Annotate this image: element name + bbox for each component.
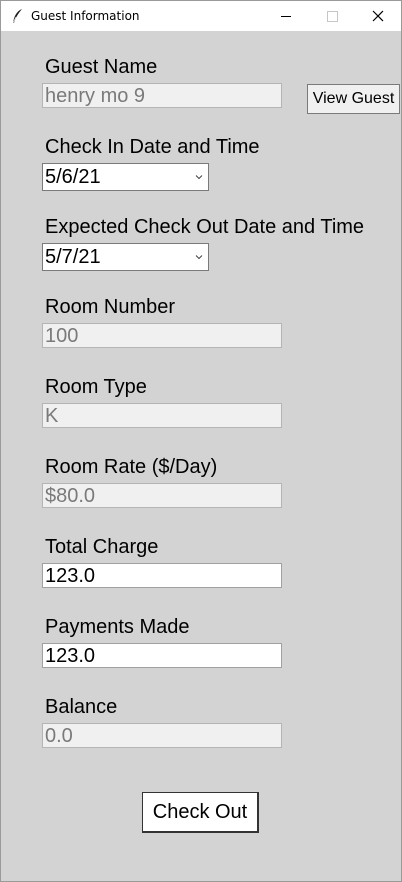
- room-number-field[interactable]: 100: [42, 323, 282, 348]
- check-out-button[interactable]: Check Out: [142, 792, 259, 833]
- room-number-label: Room Number: [45, 296, 176, 318]
- room-rate-label: Room Rate ($/Day): [45, 456, 218, 478]
- check-out-label: Expected Check Out Date and Time: [45, 216, 365, 238]
- window-title: Guest Information: [31, 9, 140, 23]
- guest-information-window: Guest Information Guest Name henry mo 9 …: [0, 0, 402, 882]
- room-type-label: Room Type: [45, 376, 147, 398]
- close-icon: [372, 10, 384, 22]
- minimize-button[interactable]: [263, 1, 309, 31]
- check-in-date-value: 5/6/21: [45, 166, 101, 188]
- balance-label: Balance: [45, 696, 118, 718]
- payments-made-label: Payments Made: [45, 616, 190, 638]
- guest-name-label: Guest Name: [45, 56, 158, 78]
- chevron-down-icon: [195, 255, 203, 260]
- payments-made-field[interactable]: 123.0: [42, 643, 282, 668]
- chevron-down-icon: [195, 175, 203, 180]
- title-bar[interactable]: Guest Information: [1, 1, 401, 31]
- maximize-button[interactable]: [309, 1, 355, 31]
- minimize-icon: [281, 15, 291, 17]
- close-button[interactable]: [355, 1, 401, 31]
- check-in-date-select[interactable]: 5/6/21: [42, 163, 209, 191]
- room-rate-field[interactable]: $80.0: [42, 483, 282, 508]
- total-charge-field[interactable]: 123.0: [42, 563, 282, 588]
- room-type-field[interactable]: K: [42, 403, 282, 428]
- check-in-label: Check In Date and Time: [45, 136, 260, 158]
- view-guest-button[interactable]: View Guest: [307, 84, 400, 114]
- maximize-icon: [326, 10, 338, 22]
- check-out-date-value: 5/7/21: [45, 246, 101, 268]
- balance-field[interactable]: 0.0: [42, 723, 282, 748]
- check-out-date-select[interactable]: 5/7/21: [42, 243, 209, 271]
- total-charge-label: Total Charge: [45, 536, 159, 558]
- feather-icon: [11, 8, 25, 24]
- guest-name-field[interactable]: henry mo 9: [42, 83, 282, 108]
